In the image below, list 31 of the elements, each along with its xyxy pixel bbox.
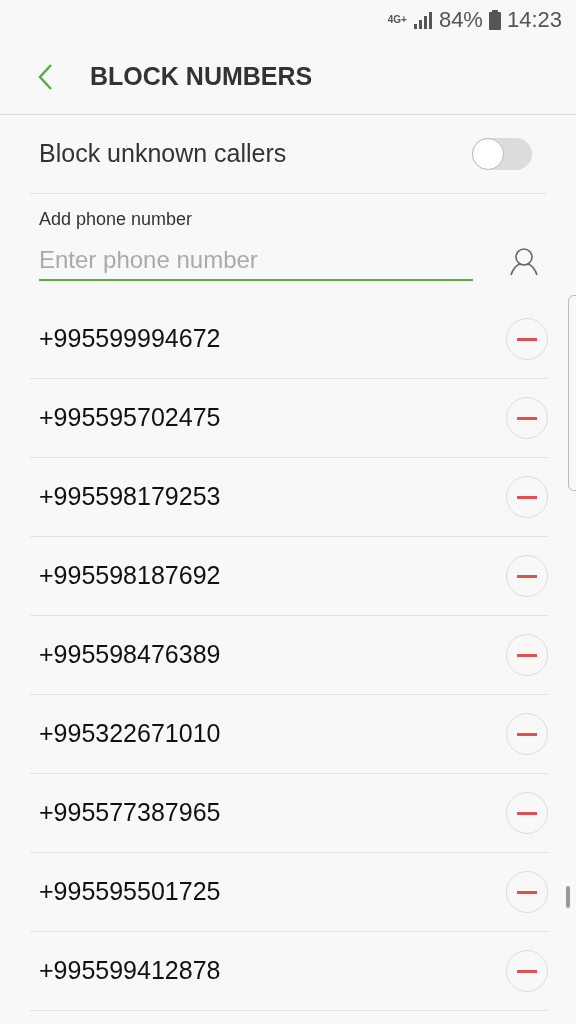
minus-icon: [517, 574, 537, 578]
minus-icon: [517, 969, 537, 973]
minus-icon: [517, 495, 537, 499]
minus-icon: [517, 890, 537, 894]
scrollbar-thumb: [566, 886, 570, 908]
phone-number-field[interactable]: Enter phone number: [39, 241, 473, 281]
clock: 14:23: [506, 9, 562, 31]
phone-number: +995598476389: [39, 639, 221, 671]
contact-icon[interactable]: [509, 246, 539, 276]
phone-number: +995598179253: [39, 481, 221, 513]
signal-icon: [412, 11, 433, 29]
phone-number: +995595501725: [39, 876, 221, 908]
battery-icon: [488, 10, 501, 30]
network-type: 4G+: [387, 15, 407, 25]
page-title: BLOCK NUMBERS: [90, 61, 313, 93]
phone-number: +995599412878: [39, 955, 221, 987]
battery-percent: 84%: [438, 9, 483, 31]
minus-icon: [517, 653, 537, 657]
block-unknown-label: Block unknown callers: [39, 138, 287, 170]
phone-number: +995598187692: [39, 560, 221, 592]
phone-number: +995595702475: [39, 402, 221, 434]
minus-icon: [517, 811, 537, 815]
phone-number: +995577387965: [39, 797, 221, 829]
toggle-switch[interactable]: [472, 138, 532, 170]
phone-number: +995599994672: [39, 323, 221, 355]
minus-icon: [517, 732, 537, 736]
minus-icon: [517, 416, 537, 420]
back-icon: [37, 64, 53, 90]
minus-icon: [517, 337, 537, 341]
phone-number: +995322671010: [39, 718, 221, 750]
add-number-label: Add phone number: [39, 208, 194, 231]
